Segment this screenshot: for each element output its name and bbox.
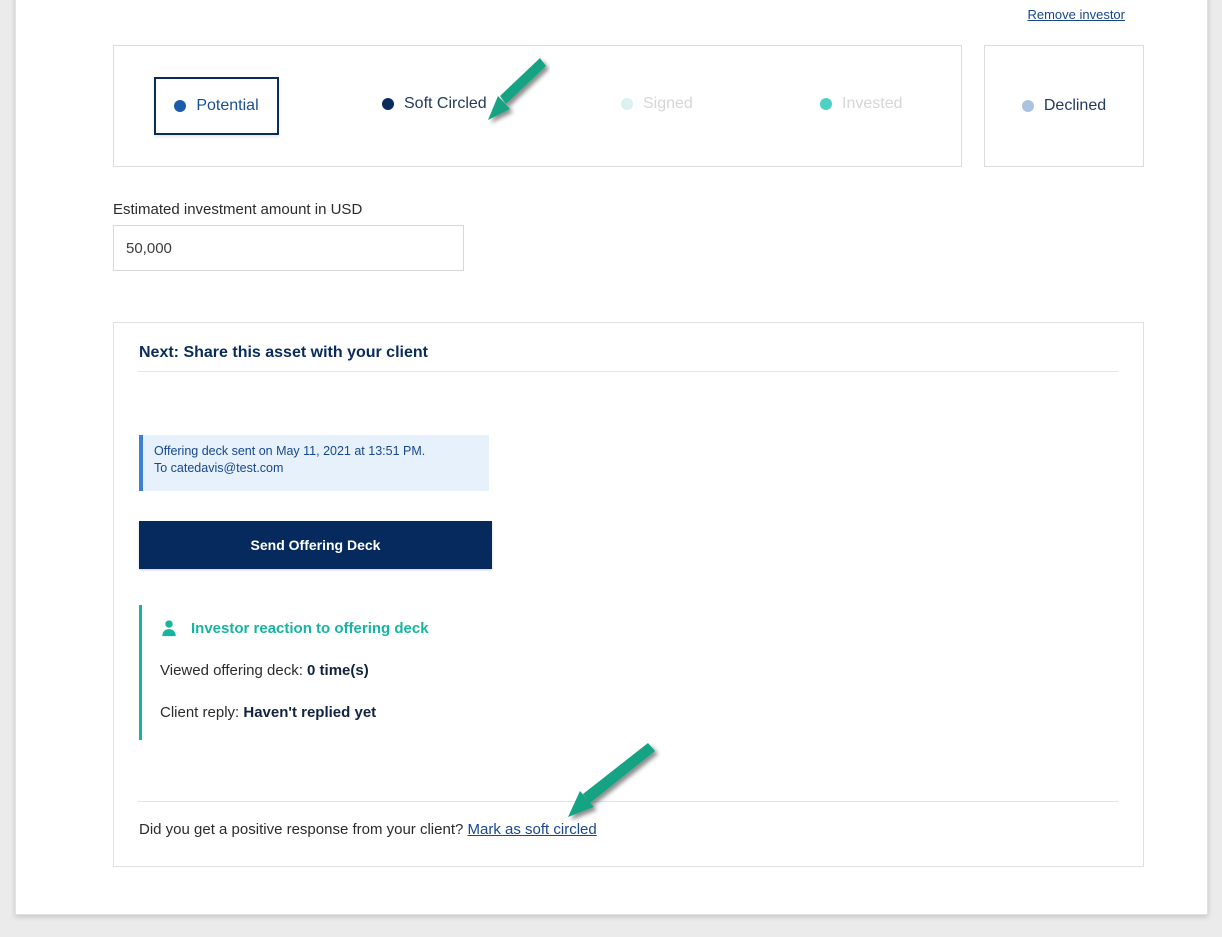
status-dot-signed xyxy=(621,98,633,110)
divider-top xyxy=(138,371,1118,372)
person-icon xyxy=(160,619,178,637)
status-dot-invested xyxy=(820,98,832,110)
investor-reaction-heading-row: Investor reaction to offering deck xyxy=(160,619,559,637)
status-label-soft-circled: Soft Circled xyxy=(404,95,487,112)
status-option-invested[interactable]: Invested xyxy=(820,95,902,113)
offering-deck-sent-notice: Offering deck sent on May 11, 2021 at 13… xyxy=(139,435,489,491)
investor-status-bar: Potential Soft Circled Signed Invested D… xyxy=(113,45,1144,167)
next-step-panel: Next: Share this asset with your client … xyxy=(113,322,1144,867)
client-reply-value: Haven't replied yet xyxy=(243,704,377,721)
investor-reaction-heading: Investor reaction to offering deck xyxy=(191,619,429,637)
status-option-soft-circled[interactable]: Soft Circled xyxy=(382,95,487,113)
status-dot-potential xyxy=(174,100,187,112)
client-reply-row: Client reply: Haven't replied yet xyxy=(160,704,559,721)
divider-bottom xyxy=(138,801,1118,802)
status-label-declined: Declined xyxy=(1043,97,1107,114)
status-track: Potential Soft Circled Signed Invested xyxy=(113,45,962,167)
client-reply-label: Client reply: xyxy=(160,704,240,721)
status-dot-soft-circled xyxy=(382,98,394,110)
status-dot-declined xyxy=(1021,100,1034,112)
status-label-invested: Invested xyxy=(842,95,903,112)
estimated-amount-label: Estimated investment amount in USD xyxy=(113,201,363,218)
sent-notice-line-1: Offering deck sent on May 11, 2021 at 13… xyxy=(154,444,426,458)
status-label-signed: Signed xyxy=(643,95,693,112)
viewed-offering-deck-value: 0 time(s) xyxy=(307,662,369,679)
status-option-signed[interactable]: Signed xyxy=(621,95,693,113)
investor-reaction-block: Investor reaction to offering deck Viewe… xyxy=(139,605,559,740)
viewed-offering-deck-row: Viewed offering deck: 0 time(s) xyxy=(160,662,559,679)
sent-notice-line-2: To catedavis@test.com xyxy=(154,461,284,475)
status-option-declined[interactable]: Declined xyxy=(984,45,1144,167)
page-card: Remove investor Potential Soft Circled S… xyxy=(15,0,1208,915)
estimated-amount-input[interactable] xyxy=(113,225,464,271)
positive-response-question: Did you get a positive response from you… xyxy=(139,821,464,838)
positive-response-cta: Did you get a positive response from you… xyxy=(139,821,597,838)
remove-investor-row: Remove investor xyxy=(1027,6,1125,24)
status-option-potential[interactable]: Potential xyxy=(154,77,279,135)
next-step-title: Next: Share this asset with your client xyxy=(139,344,428,361)
viewed-offering-deck-label: Viewed offering deck: xyxy=(160,662,303,679)
status-label-potential: Potential xyxy=(196,97,259,114)
mark-as-soft-circled-link[interactable]: Mark as soft circled xyxy=(468,821,597,838)
remove-investor-link[interactable]: Remove investor xyxy=(1027,7,1125,22)
send-offering-deck-button[interactable]: Send Offering Deck xyxy=(139,521,492,569)
